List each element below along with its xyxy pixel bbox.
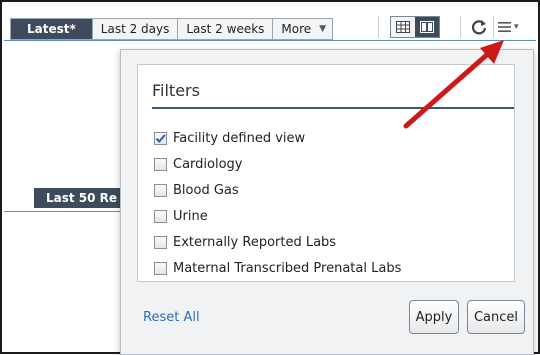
toolbar-divider — [460, 16, 461, 38]
filter-option-label: Cardiology — [173, 157, 243, 172]
time-range-tabs: Latest* Last 2 days Last 2 weeks More ▼ — [10, 18, 334, 40]
filters-popup: Filters Facility defined view Cardiology… — [120, 49, 534, 355]
filter-option-label: Blood Gas — [173, 183, 239, 198]
filters-title-rule — [152, 107, 514, 109]
filter-option-facility-defined-view[interactable]: Facility defined view — [154, 131, 305, 146]
refresh-button[interactable] — [468, 15, 490, 39]
checkbox[interactable] — [154, 132, 167, 145]
tab-last-2-days[interactable]: Last 2 days — [92, 18, 179, 40]
filters-panel: Filters Facility defined view Cardiology… — [137, 64, 515, 282]
more-dropdown[interactable]: More ▼ — [273, 18, 334, 40]
toolbar-underline — [4, 40, 536, 41]
checkbox[interactable] — [154, 210, 167, 223]
table-grid-icon — [396, 21, 410, 33]
chevron-down-icon: ▾ — [514, 22, 519, 32]
checkbox[interactable] — [154, 158, 167, 171]
filter-option-externally-reported-labs[interactable]: Externally Reported Labs — [154, 235, 336, 250]
refresh-icon — [471, 20, 487, 35]
filter-option-urine[interactable]: Urine — [154, 209, 208, 224]
filter-option-label: Facility defined view — [173, 131, 306, 146]
filter-option-cardiology[interactable]: Cardiology — [154, 157, 243, 172]
checkmark-icon — [155, 134, 166, 144]
app-frame: Latest* Last 2 days Last 2 weeks More ▼ — [0, 0, 540, 355]
view-toggle-group — [390, 16, 440, 38]
checkbox[interactable] — [154, 236, 167, 249]
chevron-down-icon: ▼ — [319, 24, 327, 34]
hamburger-menu-icon — [498, 22, 511, 32]
filter-option-blood-gas[interactable]: Blood Gas — [154, 183, 239, 198]
filter-option-label: Maternal Transcribed Prenatal Labs — [173, 261, 402, 276]
filter-option-label: Urine — [173, 209, 208, 224]
checkbox[interactable] — [154, 184, 167, 197]
cancel-button[interactable]: Cancel — [467, 300, 525, 334]
split-view-icon — [420, 21, 434, 33]
reset-all-link[interactable]: Reset All — [143, 310, 200, 325]
filter-option-label: Externally Reported Labs — [173, 235, 337, 250]
apply-button[interactable]: Apply — [409, 300, 459, 334]
checkbox[interactable] — [154, 262, 167, 275]
tab-last-2-weeks[interactable]: Last 2 weeks — [178, 18, 274, 40]
section-label: Last 50 Re — [34, 188, 124, 208]
toolbar: Latest* Last 2 days Last 2 weeks More ▼ — [2, 2, 538, 40]
options-menu-button[interactable]: ▾ — [498, 15, 532, 39]
toolbar-divider — [493, 16, 494, 38]
toolbar-divider — [378, 16, 379, 38]
more-dropdown-label: More — [281, 22, 312, 36]
tab-latest[interactable]: Latest* — [10, 18, 93, 40]
filter-option-maternal-transcribed-prenatal-labs[interactable]: Maternal Transcribed Prenatal Labs — [154, 261, 401, 276]
split-view-button[interactable] — [415, 17, 439, 37]
table-view-button[interactable] — [391, 17, 415, 37]
filters-title: Filters — [152, 81, 200, 100]
section-divider — [4, 211, 122, 212]
